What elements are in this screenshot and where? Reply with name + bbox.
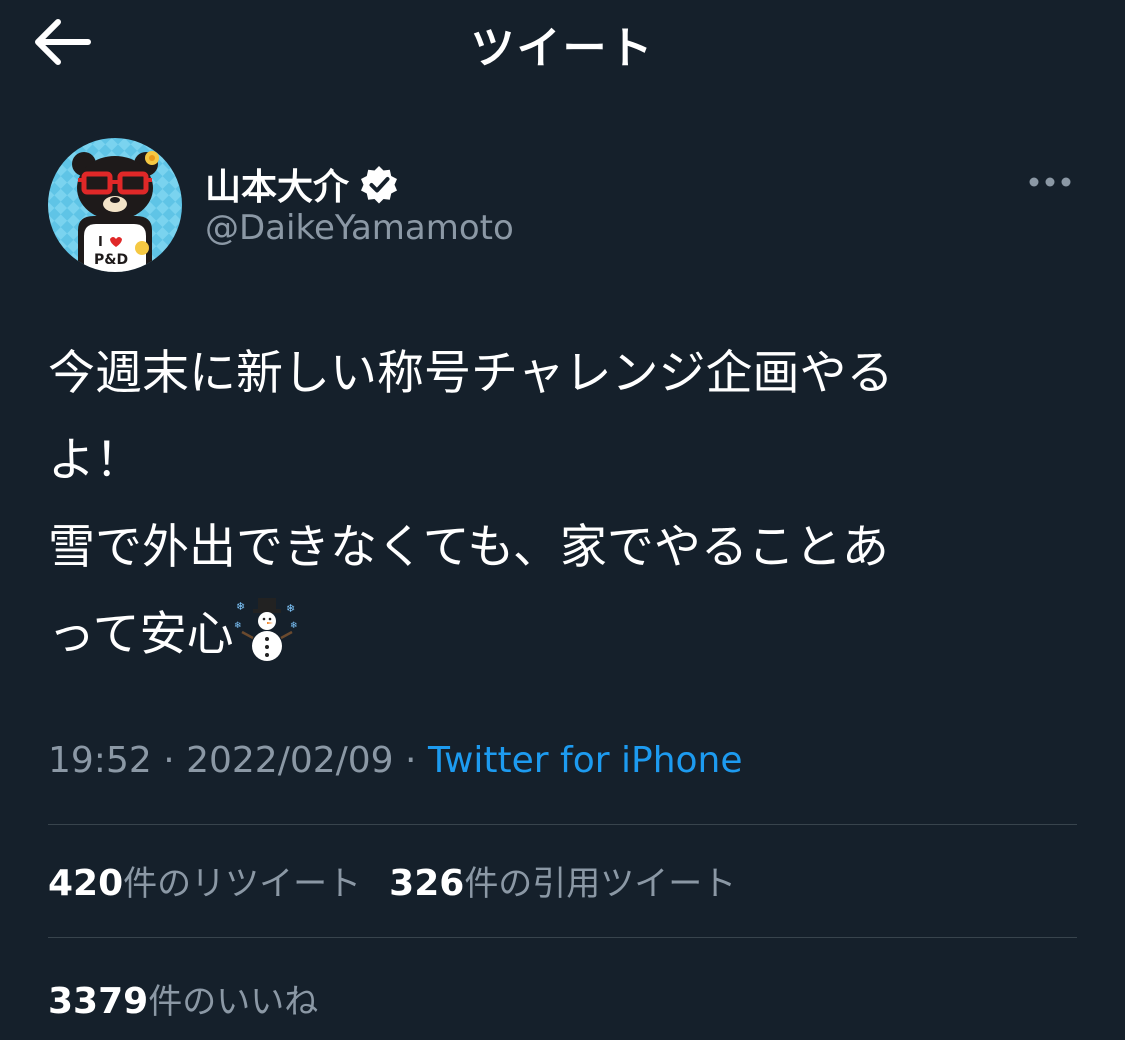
page-title: ツイート <box>470 23 655 74</box>
user-display-name[interactable]: 山本大介 <box>205 158 349 210</box>
tweet-date: 2022/02/09 <box>186 740 394 781</box>
svg-text:I: I <box>98 235 103 250</box>
meta-separator: · <box>393 740 428 781</box>
likes-stats-row: 3379件のいいね <box>48 974 318 1023</box>
tweet-line: 今週末に新しい称号チャレンジ企画やる <box>48 346 894 401</box>
meta-separator: · <box>151 740 187 781</box>
likes-stat[interactable]: 3379件のいいね <box>48 974 318 1023</box>
snowman-icon: ❄ ❄ ❄ ❄ <box>234 598 298 661</box>
user-handle[interactable]: @DaikeYamamoto <box>205 208 514 248</box>
likes-count: 3379 <box>48 981 149 1022</box>
divider <box>48 937 1077 938</box>
quotes-label: 件の引用ツイート <box>464 864 737 904</box>
tweet-time: 19:52 <box>48 740 152 781</box>
quote-tweets-stat[interactable]: 326件の引用ツイート <box>389 856 736 905</box>
tweet-meta: 19:52 · 2022/02/09 · Twitter for iPhone <box>48 740 743 781</box>
likes-label: 件のいいね <box>148 982 319 1022</box>
tweet-line: よ！ <box>48 433 142 488</box>
retweets-label: 件のリツイート <box>123 864 362 904</box>
svg-text:P&D: P&D <box>94 252 128 268</box>
retweet-stats-row: 420件のリツイート 326件の引用ツイート <box>48 856 736 905</box>
svg-text:❄: ❄ <box>234 621 242 631</box>
more-options-button[interactable] <box>1024 162 1080 202</box>
bear-avatar-icon: I P&D <box>48 138 182 272</box>
tweet-text: 今週末に新しい称号チャレンジ企画やる よ！ 雪で外出できなくても、家でやることあ… <box>48 330 1088 678</box>
header-bar: ツイート <box>0 0 1125 90</box>
svg-text:❄: ❄ <box>286 602 295 615</box>
svg-text:❄: ❄ <box>236 600 245 613</box>
verified-badge-icon <box>361 166 398 204</box>
user-name-row[interactable]: 山本大介 <box>205 158 399 210</box>
tweet-line: って安心 <box>48 607 234 662</box>
retweets-count: 420 <box>48 863 124 904</box>
tweet-source-link[interactable]: Twitter for iPhone <box>428 740 743 781</box>
retweets-stat[interactable]: 420件のリツイート <box>48 856 361 905</box>
tweet-line: 雪で外出できなくても、家でやることあ <box>48 520 889 575</box>
more-options-icon <box>1029 177 1071 187</box>
divider <box>48 824 1077 825</box>
svg-text:❄: ❄ <box>290 621 298 631</box>
quotes-count: 326 <box>389 863 465 904</box>
avatar[interactable]: I P&D <box>48 138 182 272</box>
